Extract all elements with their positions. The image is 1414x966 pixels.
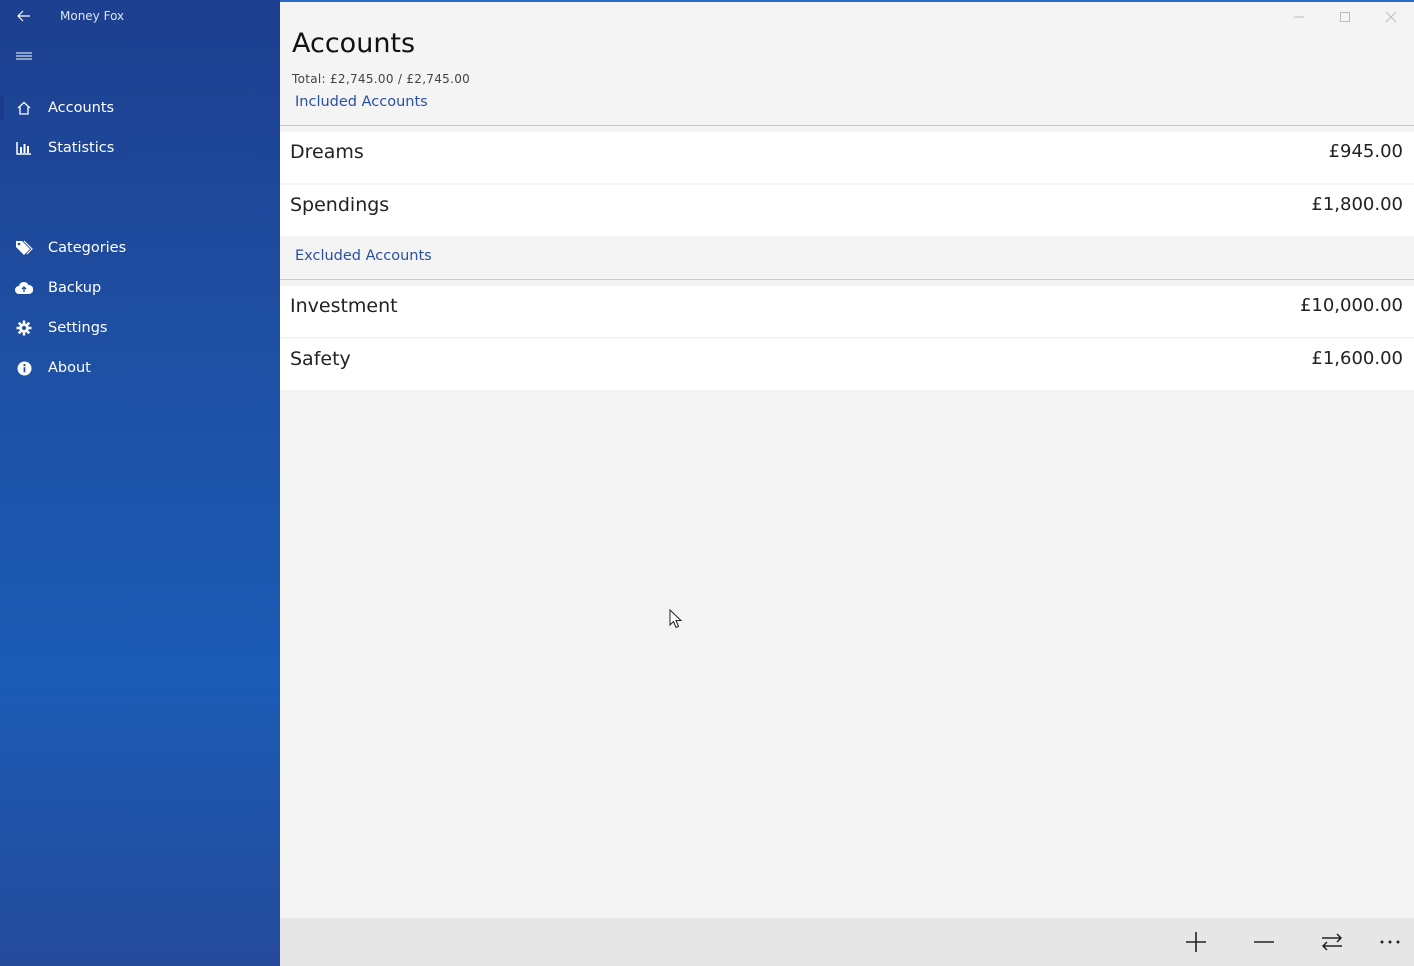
account-name: Spendings (290, 194, 390, 216)
sidebar-item-accounts[interactable]: Accounts (0, 88, 280, 128)
mouse-cursor-icon (669, 609, 683, 629)
sidebar-item-statistics[interactable]: Statistics (0, 128, 280, 168)
add-icon (1186, 932, 1206, 952)
info-icon (0, 361, 48, 376)
group-divider (280, 279, 1414, 280)
account-balance: £945.00 (1328, 141, 1403, 162)
hamburger-menu-button[interactable] (12, 44, 36, 68)
home-icon (0, 100, 48, 116)
bar-chart-icon (0, 141, 48, 155)
more-button[interactable] (1376, 928, 1404, 956)
account-name: Investment (290, 295, 398, 317)
sidebar-item-categories[interactable]: Categories (0, 228, 280, 268)
included-accounts-header[interactable]: Included Accounts (295, 94, 428, 110)
sidebar-item-settings[interactable]: Settings (0, 308, 280, 348)
app-title: Money Fox (60, 9, 125, 23)
maximize-icon (1340, 12, 1350, 22)
account-row-investment[interactable]: Investment £10,000.00 (280, 286, 1414, 337)
sidebar-item-label: Accounts (48, 100, 115, 116)
minimize-button[interactable] (1276, 4, 1322, 30)
maximize-button[interactable] (1322, 4, 1368, 30)
sidebar-item-about[interactable]: About (0, 348, 280, 388)
navigation-pane: Money Fox Accounts Statistics Categories… (0, 0, 280, 966)
back-button[interactable] (12, 4, 36, 28)
account-name: Safety (290, 348, 351, 370)
gear-icon (0, 320, 48, 336)
sidebar-item-label: Settings (48, 320, 108, 336)
sidebar-item-label: About (48, 360, 91, 376)
cloud-upload-icon (0, 281, 48, 295)
account-row-dreams[interactable]: Dreams £945.00 (280, 132, 1414, 183)
account-balance: £10,000.00 (1299, 295, 1403, 316)
sidebar-item-label: Statistics (48, 140, 115, 156)
close-icon (1385, 11, 1397, 23)
hamburger-icon (16, 52, 32, 60)
total-balance: Total: £2,745.00 / £2,745.00 (292, 72, 471, 86)
group-divider (280, 125, 1414, 126)
window-top-border (280, 0, 1414, 2)
close-button[interactable] (1368, 4, 1414, 30)
minimize-icon (1294, 16, 1304, 18)
sidebar-item-label: Categories (48, 240, 127, 256)
command-bar (280, 918, 1414, 966)
transfer-icon (1321, 933, 1343, 951)
title-bar: Money Fox (0, 0, 280, 32)
tags-icon (0, 240, 48, 256)
account-name: Dreams (290, 141, 364, 163)
sidebar-item-backup[interactable]: Backup (0, 268, 280, 308)
account-row-spendings[interactable]: Spendings £1,800.00 (280, 185, 1414, 236)
expense-button[interactable] (1250, 928, 1278, 956)
page-title: Accounts (292, 28, 416, 59)
excluded-accounts-header[interactable]: Excluded Accounts (295, 248, 432, 264)
account-balance: £1,800.00 (1311, 194, 1403, 215)
account-balance: £1,600.00 (1311, 348, 1403, 369)
account-row-safety[interactable]: Safety £1,600.00 (280, 339, 1414, 390)
add-button[interactable] (1182, 928, 1210, 956)
sidebar-item-label: Backup (48, 280, 102, 296)
transfer-button[interactable] (1318, 928, 1346, 956)
minus-icon (1254, 941, 1274, 943)
more-icon (1380, 940, 1400, 944)
back-arrow-icon (17, 10, 30, 22)
